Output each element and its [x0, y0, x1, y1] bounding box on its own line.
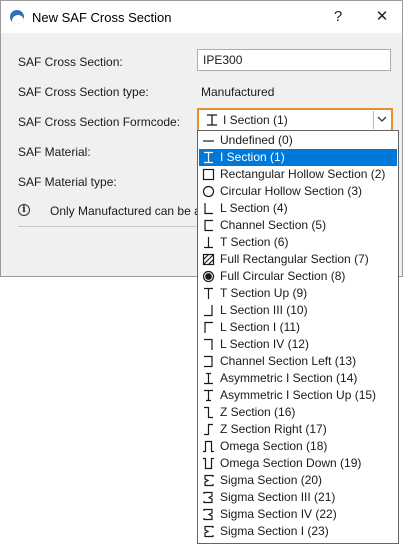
dropdown-option[interactable]: Omega Section Down (19): [199, 455, 397, 472]
formcode-combobox[interactable]: I Section (1): [197, 108, 393, 132]
omega-section-down-icon: [203, 457, 214, 470]
material-label: SAF Material:: [18, 145, 91, 159]
dropdown-option[interactable]: L Section IV (12): [199, 336, 397, 353]
asymmetric-i-icon: [204, 372, 213, 385]
z-section-right-icon: [204, 423, 213, 436]
dropdown-option[interactable]: L Section I (11): [199, 319, 397, 336]
dropdown-option-label: Asymmetric I Section Up (15): [220, 388, 377, 402]
sigma-section-iv-icon: [203, 508, 213, 521]
dropdown-option[interactable]: Sigma Section (20): [199, 472, 397, 489]
l-section-icon: [204, 203, 213, 215]
cross-section-input[interactable]: IPE300: [197, 49, 391, 71]
dropdown-option-label: Full Rectangular Section (7): [220, 252, 369, 266]
z-section-icon: [204, 406, 213, 419]
dropdown-option[interactable]: Asymmetric I Section Up (15): [199, 387, 397, 404]
sigma-section-iii-icon: [203, 491, 213, 504]
channel-section-left-icon: [204, 355, 213, 368]
dropdown-option[interactable]: Sigma Section III (21): [199, 489, 397, 506]
material-type-label: SAF Material type:: [18, 175, 117, 189]
cross-section-type-label: SAF Cross Section type:: [18, 85, 149, 99]
dropdown-option[interactable]: Rectangular Hollow Section (2): [199, 166, 397, 183]
formcode-label: SAF Cross Section Formcode:: [18, 115, 181, 129]
omega-section-icon: [203, 440, 214, 453]
dropdown-option-label: L Section IV (12): [220, 337, 309, 351]
dropdown-option[interactable]: I Section (1): [199, 149, 397, 166]
dropdown-option-label: L Section (4): [220, 201, 288, 215]
asymmetric-i-up-icon: [204, 389, 213, 402]
dropdown-option-label: Omega Section (18): [220, 439, 328, 453]
channel-section-icon: [204, 219, 213, 232]
dropdown-option-label: L Section I (11): [220, 320, 301, 334]
formcode-selected-value: I Section (1): [223, 113, 288, 127]
sigma-section-i-icon: [204, 525, 214, 538]
dropdown-option[interactable]: Sigma Section I (23): [199, 523, 397, 540]
close-button[interactable]: ✕: [370, 7, 394, 27]
dropdown-option[interactable]: Circular Hollow Section (3): [199, 183, 397, 200]
dropdown-option-label: Sigma Section I (23): [220, 524, 329, 538]
dropdown-option-label: I Section (1): [220, 150, 285, 164]
cross-section-label: SAF Cross Section:: [18, 55, 123, 69]
i-section-icon: [204, 151, 213, 164]
app-logo-icon: [10, 10, 24, 24]
dropdown-option-label: Sigma Section III (21): [220, 490, 336, 504]
dropdown-option[interactable]: Asymmetric I Section (14): [199, 370, 397, 387]
l-section-iv-icon: [204, 338, 213, 350]
cross-section-type-value: Manufactured: [201, 85, 275, 99]
dropdown-option[interactable]: Full Circular Section (8): [199, 268, 397, 285]
dropdown-option[interactable]: L Section (4): [199, 200, 397, 217]
dropdown-option-label: Sigma Section (20): [220, 473, 323, 487]
dropdown-option[interactable]: Z Section Right (17): [199, 421, 397, 438]
dropdown-option-label: Z Section Right (17): [220, 422, 327, 436]
circular-hollow-icon: [202, 185, 215, 198]
dropdown-option-label: Rectangular Hollow Section (2): [220, 167, 386, 181]
info-icon: i: [18, 204, 30, 216]
dropdown-option[interactable]: Sigma Section IV (22): [199, 506, 397, 523]
dropdown-option-label: Undefined (0): [220, 133, 293, 147]
dropdown-option[interactable]: Z Section (16): [199, 404, 397, 421]
dropdown-option-label: T Section (6): [220, 235, 289, 249]
dropdown-option-label: T Section Up (9): [220, 286, 308, 300]
dropdown-option-label: Channel Section Left (13): [220, 354, 357, 368]
formcode-dropdown-list: Undefined (0) I Section (1) Rectangular Ho…: [197, 130, 399, 544]
dropdown-option[interactable]: Undefined (0): [199, 132, 397, 149]
dropdown-option-label: Z Section (16): [220, 405, 296, 419]
dropdown-option[interactable]: L Section III (10): [199, 302, 397, 319]
dropdown-option[interactable]: T Section Up (9): [199, 285, 397, 302]
dropdown-option-label: Omega Section Down (19): [220, 456, 362, 470]
l-section-i-icon: [204, 321, 213, 333]
rectangular-hollow-icon: [202, 168, 215, 181]
dropdown-option-label: Sigma Section IV (22): [220, 507, 337, 521]
dropdown-option[interactable]: T Section (6): [199, 234, 397, 251]
window-title: New SAF Cross Section: [32, 10, 172, 25]
dropdown-option[interactable]: Channel Section (5): [199, 217, 397, 234]
dropdown-option[interactable]: Channel Section Left (13): [199, 353, 397, 370]
sigma-section-icon: [204, 474, 214, 487]
title-bar: New SAF Cross Section ? ✕: [1, 1, 402, 33]
full-circular-icon: [202, 270, 215, 283]
t-section-icon: [204, 237, 213, 249]
help-button[interactable]: ?: [326, 7, 350, 27]
dropdown-option-label: Full Circular Section (8): [220, 269, 346, 283]
info-message: Only Manufactured can be added: [50, 204, 197, 218]
undefined-line-icon: [203, 140, 214, 142]
dropdown-option[interactable]: Omega Section (18): [199, 438, 397, 455]
chevron-down-icon: [377, 116, 387, 122]
full-rectangular-icon: [202, 253, 215, 266]
formcode-dropdown-button[interactable]: [373, 111, 390, 129]
i-section-icon: [207, 114, 217, 126]
dropdown-option-label: L Section III (10): [220, 303, 308, 317]
dropdown-option-label: Channel Section (5): [220, 218, 327, 232]
dropdown-option-label: Circular Hollow Section (3): [220, 184, 363, 198]
dropdown-option-label: Asymmetric I Section (14): [220, 371, 358, 385]
t-section-up-icon: [204, 287, 213, 299]
dropdown-option[interactable]: Full Rectangular Section (7): [199, 251, 397, 268]
l-section-iii-icon: [204, 305, 213, 317]
